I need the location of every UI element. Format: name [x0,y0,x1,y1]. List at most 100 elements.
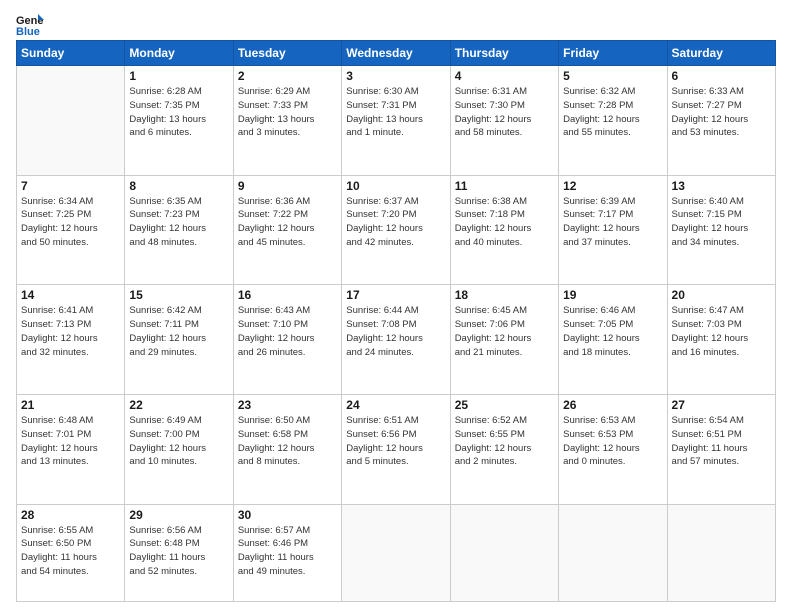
day-cell: 22 Sunrise: 6:49 AMSunset: 7:00 PMDayligh… [125,395,233,505]
day-number: 1 [129,69,228,83]
day-number: 14 [21,288,120,302]
day-info: Sunrise: 6:49 AMSunset: 7:00 PMDaylight:… [129,414,228,469]
day-cell: 27 Sunrise: 6:54 AMSunset: 6:51 PMDayligh… [667,395,775,505]
day-number: 5 [563,69,662,83]
day-cell [667,504,775,601]
day-number: 23 [238,398,337,412]
day-number: 17 [346,288,445,302]
day-cell: 24 Sunrise: 6:51 AMSunset: 6:56 PMDayligh… [342,395,450,505]
day-info: Sunrise: 6:35 AMSunset: 7:23 PMDaylight:… [129,195,228,250]
day-cell: 16Sunrise: 6:43 AMSunset: 7:10 PMDayligh… [233,285,341,395]
day-number: 2 [238,69,337,83]
header-cell-monday: Monday [125,41,233,66]
day-cell: 25Sunrise: 6:52 AMSunset: 6:55 PMDayligh… [450,395,558,505]
day-cell: 30 Sunrise: 6:57 AMSunset: 6:46 PMDayligh… [233,504,341,601]
day-number: 6 [672,69,771,83]
day-cell: 4 Sunrise: 6:31 AMSunset: 7:30 PMDaylight… [450,66,558,176]
day-cell [342,504,450,601]
day-cell: 10Sunrise: 6:37 AMSunset: 7:20 PMDayligh… [342,175,450,285]
day-cell: 15 Sunrise: 6:42 AMSunset: 7:11 PMDayligh… [125,285,233,395]
day-info: Sunrise: 6:29 AMSunset: 7:33 PMDaylight:… [238,85,337,140]
day-info: Sunrise: 6:54 AMSunset: 6:51 PMDaylight:… [672,414,771,469]
logo-icon: General Blue [16,12,44,36]
day-number: 29 [129,508,228,522]
day-info: Sunrise: 6:34 AMSunset: 7:25 PMDaylight:… [21,195,120,250]
day-info: Sunrise: 6:41 AMSunset: 7:13 PMDaylight:… [21,304,120,359]
day-number: 22 [129,398,228,412]
day-cell: 13Sunrise: 6:40 AMSunset: 7:15 PMDayligh… [667,175,775,285]
day-number: 21 [21,398,120,412]
day-info: Sunrise: 6:32 AMSunset: 7:28 PMDaylight:… [563,85,662,140]
day-cell: 6 Sunrise: 6:33 AMSunset: 7:27 PMDaylight… [667,66,775,176]
day-cell: 21 Sunrise: 6:48 AMSunset: 7:01 PMDayligh… [17,395,125,505]
week-row-3: 14 Sunrise: 6:41 AMSunset: 7:13 PMDayligh… [17,285,776,395]
day-info: Sunrise: 6:47 AMSunset: 7:03 PMDaylight:… [672,304,771,359]
day-number: 4 [455,69,554,83]
header-cell-sunday: Sunday [17,41,125,66]
day-info: Sunrise: 6:38 AMSunset: 7:18 PMDaylight:… [455,195,554,250]
day-number: 20 [672,288,771,302]
day-cell: 5 Sunrise: 6:32 AMSunset: 7:28 PMDaylight… [559,66,667,176]
week-row-1: 1 Sunrise: 6:28 AMSunset: 7:35 PMDaylight… [17,66,776,176]
day-info: Sunrise: 6:44 AMSunset: 7:08 PMDaylight:… [346,304,445,359]
day-cell: 1 Sunrise: 6:28 AMSunset: 7:35 PMDaylight… [125,66,233,176]
day-number: 24 [346,398,445,412]
calendar-table: SundayMondayTuesdayWednesdayThursdayFrid… [16,40,776,602]
header: General Blue [16,12,776,36]
day-number: 27 [672,398,771,412]
day-number: 11 [455,179,554,193]
day-info: Sunrise: 6:56 AMSunset: 6:48 PMDaylight:… [129,524,228,579]
day-number: 9 [238,179,337,193]
day-cell: 14 Sunrise: 6:41 AMSunset: 7:13 PMDayligh… [17,285,125,395]
day-cell: 2 Sunrise: 6:29 AMSunset: 7:33 PMDaylight… [233,66,341,176]
day-number: 15 [129,288,228,302]
day-info: Sunrise: 6:50 AMSunset: 6:58 PMDaylight:… [238,414,337,469]
header-cell-friday: Friday [559,41,667,66]
day-number: 28 [21,508,120,522]
day-info: Sunrise: 6:28 AMSunset: 7:35 PMDaylight:… [129,85,228,140]
day-cell: 9 Sunrise: 6:36 AMSunset: 7:22 PMDaylight… [233,175,341,285]
day-cell: 12Sunrise: 6:39 AMSunset: 7:17 PMDayligh… [559,175,667,285]
day-cell [17,66,125,176]
day-cell: 20 Sunrise: 6:47 AMSunset: 7:03 PMDayligh… [667,285,775,395]
day-info: Sunrise: 6:48 AMSunset: 7:01 PMDaylight:… [21,414,120,469]
day-cell: 17 Sunrise: 6:44 AMSunset: 7:08 PMDayligh… [342,285,450,395]
day-number: 10 [346,179,445,193]
day-number: 18 [455,288,554,302]
day-info: Sunrise: 6:53 AMSunset: 6:53 PMDaylight:… [563,414,662,469]
day-number: 30 [238,508,337,522]
day-info: Sunrise: 6:42 AMSunset: 7:11 PMDaylight:… [129,304,228,359]
day-info: Sunrise: 6:57 AMSunset: 6:46 PMDaylight:… [238,524,337,579]
day-number: 7 [21,179,120,193]
day-info: Sunrise: 6:39 AMSunset: 7:17 PMDaylight:… [563,195,662,250]
day-info: Sunrise: 6:30 AMSunset: 7:31 PMDaylight:… [346,85,445,140]
svg-text:Blue: Blue [16,26,40,36]
day-info: Sunrise: 6:36 AMSunset: 7:22 PMDaylight:… [238,195,337,250]
day-number: 25 [455,398,554,412]
day-cell: 19 Sunrise: 6:46 AMSunset: 7:05 PMDayligh… [559,285,667,395]
day-cell: 3 Sunrise: 6:30 AMSunset: 7:31 PMDaylight… [342,66,450,176]
header-cell-tuesday: Tuesday [233,41,341,66]
day-cell: 26 Sunrise: 6:53 AMSunset: 6:53 PMDayligh… [559,395,667,505]
day-cell: 18 Sunrise: 6:45 AMSunset: 7:06 PMDayligh… [450,285,558,395]
day-number: 19 [563,288,662,302]
day-info: Sunrise: 6:33 AMSunset: 7:27 PMDaylight:… [672,85,771,140]
day-info: Sunrise: 6:46 AMSunset: 7:05 PMDaylight:… [563,304,662,359]
day-info: Sunrise: 6:51 AMSunset: 6:56 PMDaylight:… [346,414,445,469]
day-info: Sunrise: 6:40 AMSunset: 7:15 PMDaylight:… [672,195,771,250]
day-cell: 23 Sunrise: 6:50 AMSunset: 6:58 PMDayligh… [233,395,341,505]
day-number: 8 [129,179,228,193]
day-info: Sunrise: 6:31 AMSunset: 7:30 PMDaylight:… [455,85,554,140]
calendar-page: General Blue SundayMondayTuesdayWednesda… [0,0,792,612]
header-cell-saturday: Saturday [667,41,775,66]
day-number: 26 [563,398,662,412]
day-info: Sunrise: 6:43 AMSunset: 7:10 PMDaylight:… [238,304,337,359]
week-row-4: 21 Sunrise: 6:48 AMSunset: 7:01 PMDayligh… [17,395,776,505]
day-cell: 7 Sunrise: 6:34 AMSunset: 7:25 PMDaylight… [17,175,125,285]
header-cell-wednesday: Wednesday [342,41,450,66]
day-cell: 11 Sunrise: 6:38 AMSunset: 7:18 PMDayligh… [450,175,558,285]
day-info: Sunrise: 6:55 AMSunset: 6:50 PMDaylight:… [21,524,120,579]
day-number: 3 [346,69,445,83]
day-info: Sunrise: 6:45 AMSunset: 7:06 PMDaylight:… [455,304,554,359]
day-cell: 8 Sunrise: 6:35 AMSunset: 7:23 PMDaylight… [125,175,233,285]
